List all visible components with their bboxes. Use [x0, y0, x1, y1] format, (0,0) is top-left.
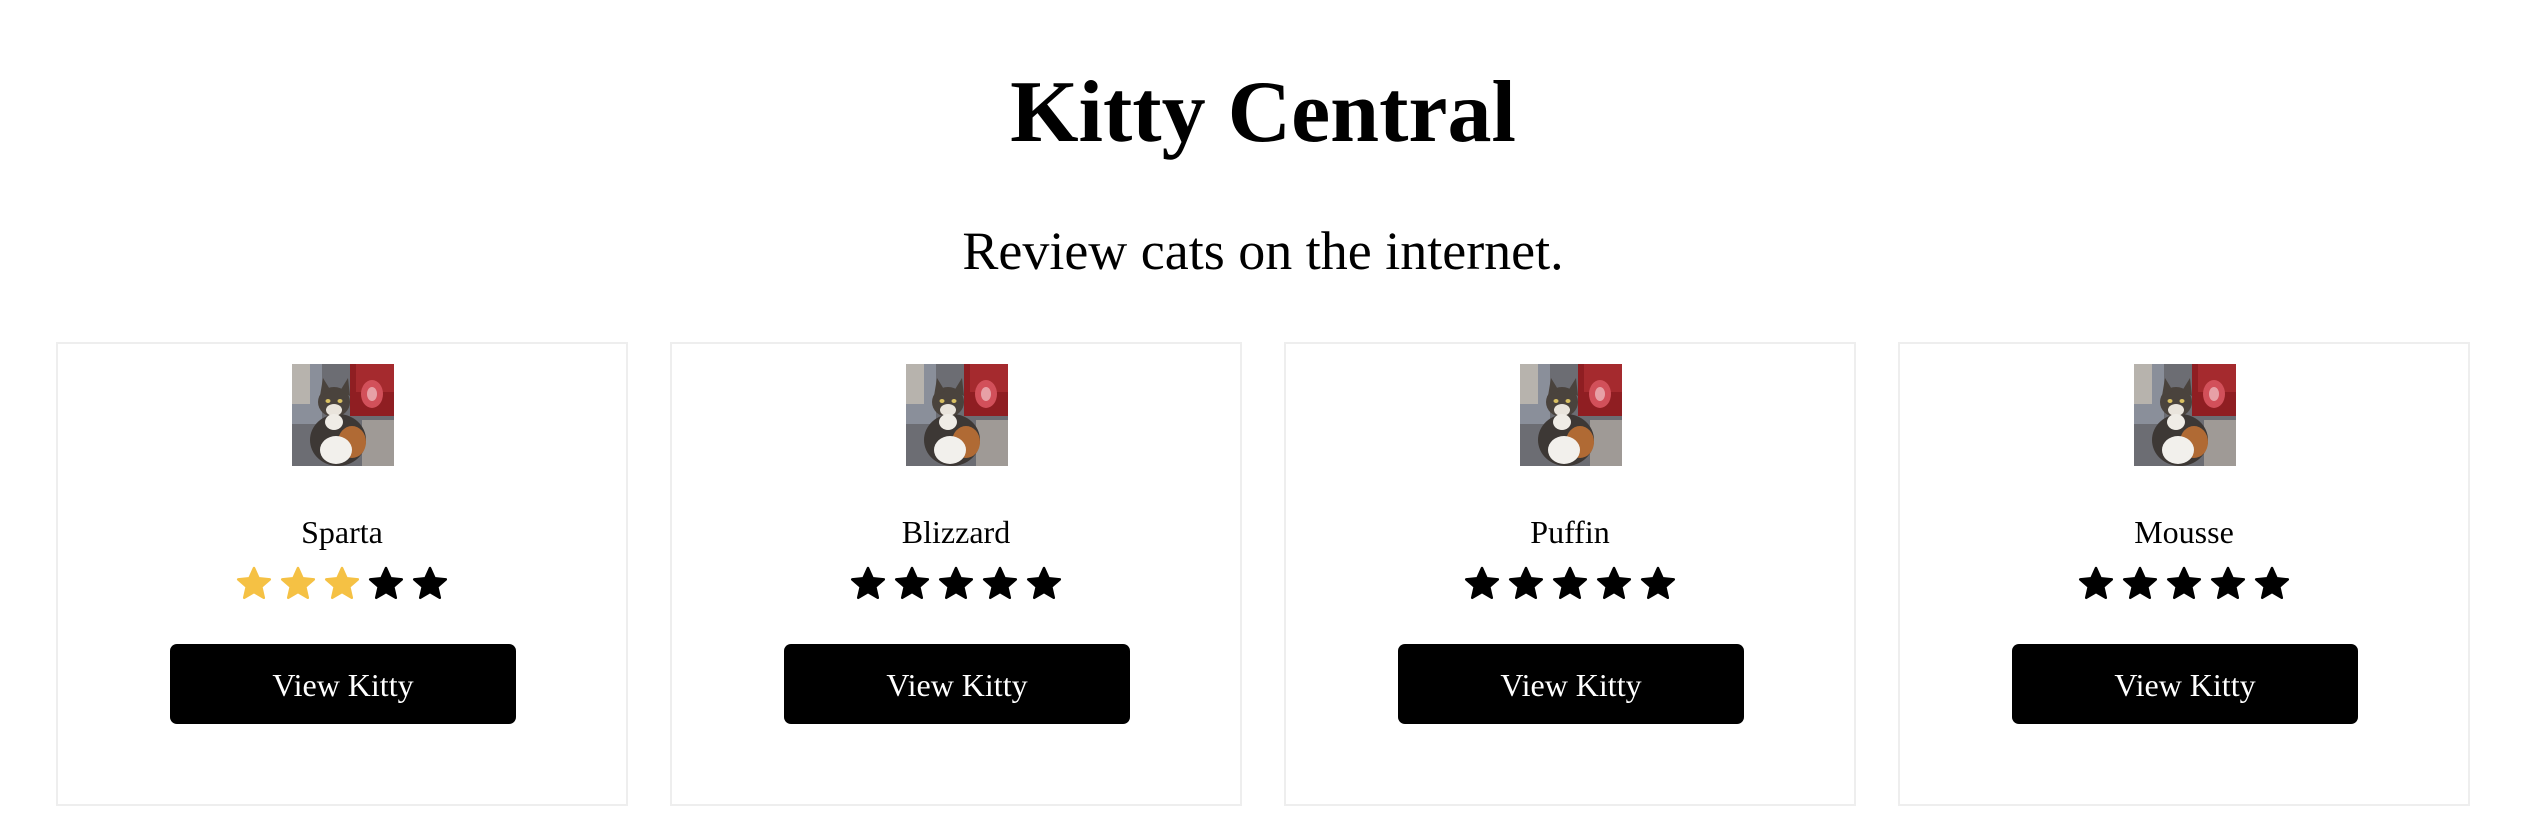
kitty-name: Mousse: [2134, 514, 2234, 550]
cat-photo: [292, 364, 394, 466]
kitty-name: Blizzard: [901, 514, 1011, 550]
kitty-card: Puffin View Kitty: [1284, 342, 1856, 806]
page: Kitty Central Review cats on the interne…: [0, 0, 2526, 828]
star-rating: [58, 566, 626, 602]
cat-photo: [2134, 364, 2236, 466]
star-icon[interactable]: [1464, 566, 1500, 602]
star-icon[interactable]: [2078, 566, 2114, 602]
star-icon[interactable]: [2254, 566, 2290, 602]
view-kitty-button[interactable]: View Kitty: [1398, 644, 1744, 724]
star-icon[interactable]: [938, 566, 974, 602]
kitty-card: Mousse View Kitty: [1898, 342, 2470, 806]
kitty-card: Blizzard View Kitty: [670, 342, 1242, 806]
star-icon[interactable]: [1026, 566, 1062, 602]
kitty-name: Sparta: [301, 514, 383, 550]
view-kitty-button[interactable]: View Kitty: [2012, 644, 2358, 724]
star-icon[interactable]: [1640, 566, 1676, 602]
star-icon[interactable]: [1508, 566, 1544, 602]
star-filled-icon[interactable]: [324, 566, 360, 602]
star-icon[interactable]: [1596, 566, 1632, 602]
star-icon[interactable]: [1552, 566, 1588, 602]
page-subtitle: Review cats on the internet.: [962, 221, 1564, 281]
star-icon[interactable]: [982, 566, 1018, 602]
star-icon[interactable]: [368, 566, 404, 602]
star-icon[interactable]: [2210, 566, 2246, 602]
view-kitty-button[interactable]: View Kitty: [784, 644, 1130, 724]
kitty-card-list: Sparta View Kitty Blizzard View Kitty Pu…: [56, 342, 2470, 808]
kitty-card: Sparta View Kitty: [56, 342, 628, 806]
kitty-name: Puffin: [1530, 514, 1610, 550]
star-filled-icon[interactable]: [280, 566, 316, 602]
page-title: Kitty Central: [1010, 64, 1516, 161]
view-kitty-button[interactable]: View Kitty: [170, 644, 516, 724]
star-icon[interactable]: [894, 566, 930, 602]
star-icon[interactable]: [850, 566, 886, 602]
cat-photo: [1520, 364, 1622, 466]
star-filled-icon[interactable]: [236, 566, 272, 602]
star-icon[interactable]: [2122, 566, 2158, 602]
star-rating: [1286, 566, 1854, 602]
star-icon[interactable]: [2166, 566, 2202, 602]
star-rating: [672, 566, 1240, 602]
star-rating: [1900, 566, 2468, 602]
cat-photo: [906, 364, 1008, 466]
star-icon[interactable]: [412, 566, 448, 602]
